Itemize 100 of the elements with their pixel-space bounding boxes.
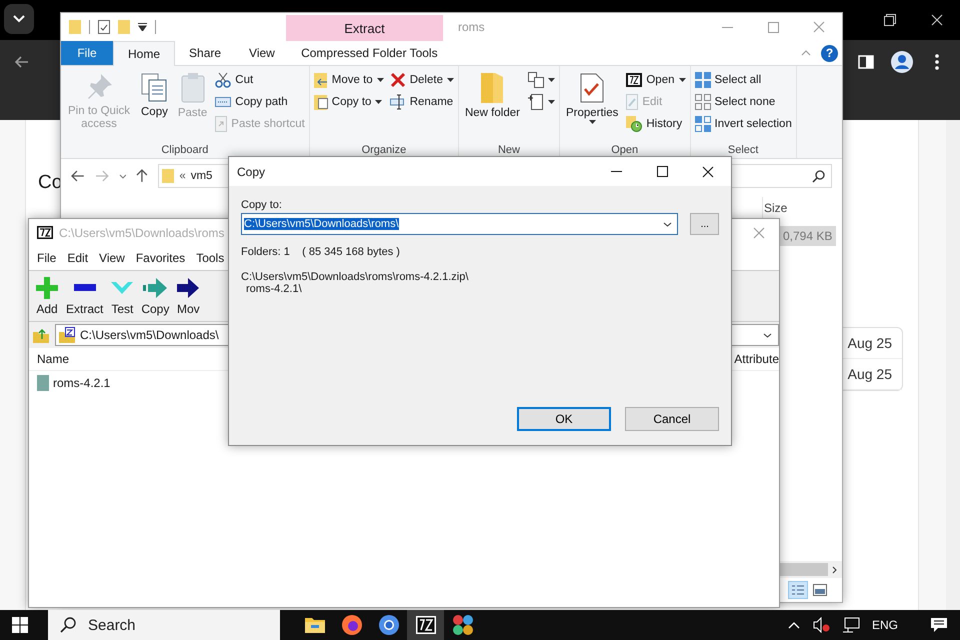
minus-icon xyxy=(74,284,96,291)
windows-logo-icon xyxy=(12,617,28,633)
toolbar-button[interactable]: Extract xyxy=(66,276,104,316)
scrollbar[interactable] xyxy=(778,561,842,578)
ribbon-button[interactable]: Copy xyxy=(139,71,170,121)
file-menu-tab[interactable]: File xyxy=(61,41,113,65)
minimize-icon xyxy=(610,171,622,172)
ribbon-button[interactable]: Copy path xyxy=(215,93,305,111)
caret-icon xyxy=(548,100,555,104)
path-icon xyxy=(215,97,232,107)
select-all-icon xyxy=(694,72,710,88)
ribbon-button[interactable]: Select none xyxy=(694,93,792,111)
info-text: Folders: 1 ( 85 345 168 bytes ) xyxy=(241,246,401,258)
ribbon-button[interactable]: Copy to xyxy=(314,93,384,111)
scissors-icon xyxy=(215,72,232,88)
chevron-down-icon[interactable] xyxy=(118,174,126,178)
help-button[interactable]: ? xyxy=(821,44,838,62)
up-folder-icon xyxy=(33,327,49,343)
ribbon-button[interactable]: New folder xyxy=(462,71,522,122)
scroll-right-icon[interactable] xyxy=(832,566,838,574)
archive-folder-icon xyxy=(59,327,75,343)
menu-item[interactable]: File xyxy=(37,251,56,265)
search-field[interactable]: Search xyxy=(48,610,280,640)
folder-icon xyxy=(481,73,504,103)
toolbar-button[interactable]: Add xyxy=(35,276,59,316)
cancel-button[interactable]: Cancel xyxy=(625,407,719,431)
menu-icon[interactable] xyxy=(935,54,939,70)
ribbon-button[interactable]: Rename xyxy=(390,93,454,111)
ribbon-button[interactable] xyxy=(528,71,555,89)
ribbon-tab[interactable]: Share xyxy=(175,41,236,65)
ribbon-button[interactable]: Select all xyxy=(694,71,792,89)
ok-button[interactable]: OK xyxy=(517,407,611,431)
tab-search-button[interactable] xyxy=(4,4,34,34)
restore-icon[interactable] xyxy=(884,14,896,26)
details-view-button[interactable] xyxy=(788,581,808,599)
speaker-muted-icon[interactable] xyxy=(812,617,830,633)
browser-circle-icon xyxy=(378,615,398,635)
thumbnail-view-button[interactable] xyxy=(810,581,830,599)
plus-icon xyxy=(36,276,58,298)
collapse-ribbon-icon[interactable] xyxy=(801,50,811,56)
minimize-icon xyxy=(722,26,732,28)
scrollbar-thumb[interactable] xyxy=(778,563,828,576)
archive-icon xyxy=(626,73,642,87)
browse-button[interactable]: ... xyxy=(690,213,719,235)
rename-icon xyxy=(390,94,406,110)
folder-icon xyxy=(304,617,324,633)
window-title: C:\Users\vm5\Downloads\roms xyxy=(59,226,224,240)
ribbon-tab[interactable]: Compressed Folder Tools xyxy=(290,41,448,65)
toolbar-button[interactable]: Copy xyxy=(141,276,170,316)
ribbon-button[interactable]: Move to xyxy=(314,71,384,89)
checklist-icon[interactable] xyxy=(98,20,110,34)
folder-icon xyxy=(37,375,49,391)
chevron-down-icon xyxy=(763,332,772,338)
maximize-icon xyxy=(656,166,668,177)
delete-icon xyxy=(390,72,406,88)
menu-item[interactable]: Edit xyxy=(67,251,88,265)
ribbon-button[interactable] xyxy=(528,93,555,111)
chevron-up-icon[interactable] xyxy=(788,622,800,628)
ribbon-button[interactable]: Cut xyxy=(215,71,305,89)
archive-icon xyxy=(416,616,436,634)
back-arrow-icon[interactable] xyxy=(15,56,29,68)
copy-items-icon xyxy=(528,72,544,88)
folder-icon xyxy=(162,169,174,183)
menu-item[interactable]: Favorites xyxy=(136,251,186,265)
menu-item[interactable]: View xyxy=(99,251,125,265)
caret-icon xyxy=(548,78,555,82)
window-title: roms xyxy=(457,19,486,36)
scrollbar[interactable] xyxy=(946,120,960,610)
arrow-right-icon xyxy=(143,278,168,298)
ribbon-tab[interactable]: View xyxy=(235,41,289,65)
avatar-icon[interactable] xyxy=(891,51,913,73)
taskbar-app[interactable] xyxy=(407,610,444,640)
network-icon[interactable] xyxy=(842,617,860,633)
side-panel-icon[interactable] xyxy=(858,55,874,69)
history-icon xyxy=(626,116,642,132)
back-arrow-icon[interactable] xyxy=(71,170,85,182)
notification-icon[interactable] xyxy=(930,617,948,633)
ribbon-button[interactable]: Open xyxy=(626,71,686,89)
ribbon-button[interactable]: History xyxy=(626,115,686,133)
app-icon xyxy=(452,615,472,635)
dropdown-icon[interactable] xyxy=(138,23,147,31)
ribbon-tab[interactable]: Home xyxy=(113,41,176,66)
field-label: Copy to: xyxy=(241,199,283,211)
toolbar-button[interactable]: Mov xyxy=(176,276,200,316)
ribbon-button[interactable]: Invert selection xyxy=(694,115,792,133)
language-indicator[interactable]: ENG xyxy=(872,618,898,632)
maximize-icon xyxy=(768,22,778,32)
up-arrow-icon[interactable] xyxy=(136,169,148,183)
close-icon xyxy=(813,21,825,33)
new-item-icon xyxy=(528,94,544,110)
ribbon-button[interactable]: Delete xyxy=(390,71,454,89)
close-icon[interactable] xyxy=(931,14,943,26)
destination-field[interactable]: C:\Users\vm5\Downloads\roms\ xyxy=(241,213,678,235)
column-header[interactable]: Name xyxy=(37,352,70,366)
picture-icon xyxy=(813,584,827,596)
move-folder-icon xyxy=(314,72,328,88)
menu-item[interactable]: Tools xyxy=(196,251,224,265)
toolbar-button[interactable]: Test xyxy=(110,276,134,316)
copy-folder-icon xyxy=(314,94,328,110)
ribbon-button[interactable]: Properties xyxy=(564,71,620,126)
